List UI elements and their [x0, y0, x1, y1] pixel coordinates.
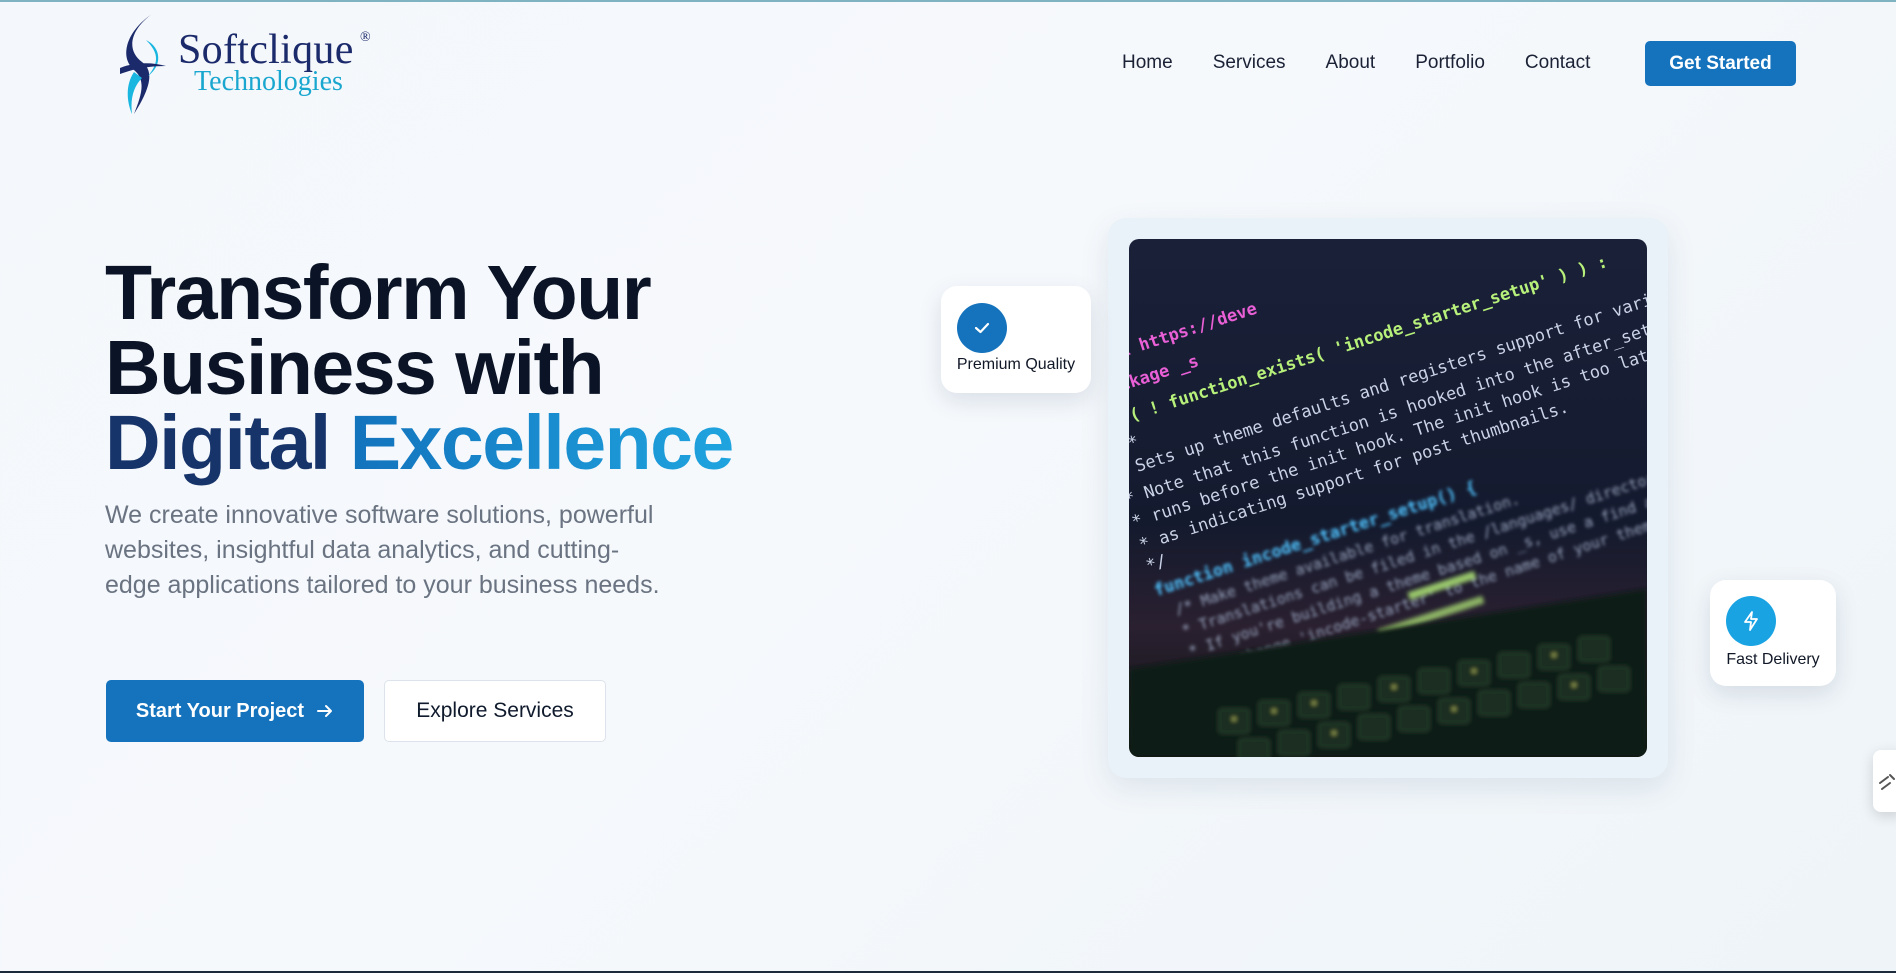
hero-image-card: @link https://deve @package _s if ( ! fu…	[1108, 218, 1668, 778]
brand-logo[interactable]: Softclique ® Technologies	[112, 10, 382, 120]
start-project-label: Start Your Project	[135, 699, 305, 722]
brand-subtitle: Technologies	[194, 66, 343, 97]
nav-portfolio[interactable]: Portfolio	[1415, 52, 1485, 74]
hero-title-excellence: Excellence	[349, 400, 735, 486]
side-widget-tab[interactable]	[1873, 750, 1896, 812]
fast-delivery-label: Fast Delivery	[1726, 651, 1820, 668]
hero-title-digital: Digital	[105, 400, 331, 486]
premium-quality-label: Premium Quality	[956, 356, 1076, 373]
check-icon	[957, 303, 1007, 353]
nav-home[interactable]: Home	[1122, 52, 1173, 74]
start-project-button[interactable]: Start Your Project	[106, 680, 364, 742]
code-screen-image: @link https://deve @package _s if ( ! fu…	[1129, 239, 1647, 757]
premium-quality-badge: Premium Quality	[941, 286, 1091, 393]
hero-title-line-1: Transform Your	[105, 250, 652, 336]
nav-services[interactable]: Services	[1213, 52, 1286, 74]
arrow-right-icon	[317, 705, 333, 717]
main-nav: Home Services About Portfolio Contact	[1108, 40, 1630, 86]
fast-delivery-badge: Fast Delivery	[1710, 580, 1836, 686]
logo-swirl-icon	[120, 14, 166, 114]
hero-description: We create innovative software solutions,…	[105, 501, 660, 599]
hero-title-line-3: Digital Excellence	[105, 405, 865, 482]
hero-title-line-2: Business with	[105, 325, 605, 411]
site-header: Softclique ® Technologies Home Services …	[0, 0, 1896, 128]
get-started-button[interactable]: Get Started	[1645, 41, 1796, 86]
registered-mark: ®	[360, 30, 371, 45]
nav-contact[interactable]: Contact	[1525, 52, 1590, 74]
hero-title: Transform Your Business with Digital Exc…	[105, 250, 865, 482]
explore-services-button[interactable]: Explore Services	[384, 680, 606, 742]
lightning-icon	[1726, 596, 1776, 646]
nav-about[interactable]: About	[1326, 52, 1376, 74]
wand-icon	[1879, 774, 1895, 790]
